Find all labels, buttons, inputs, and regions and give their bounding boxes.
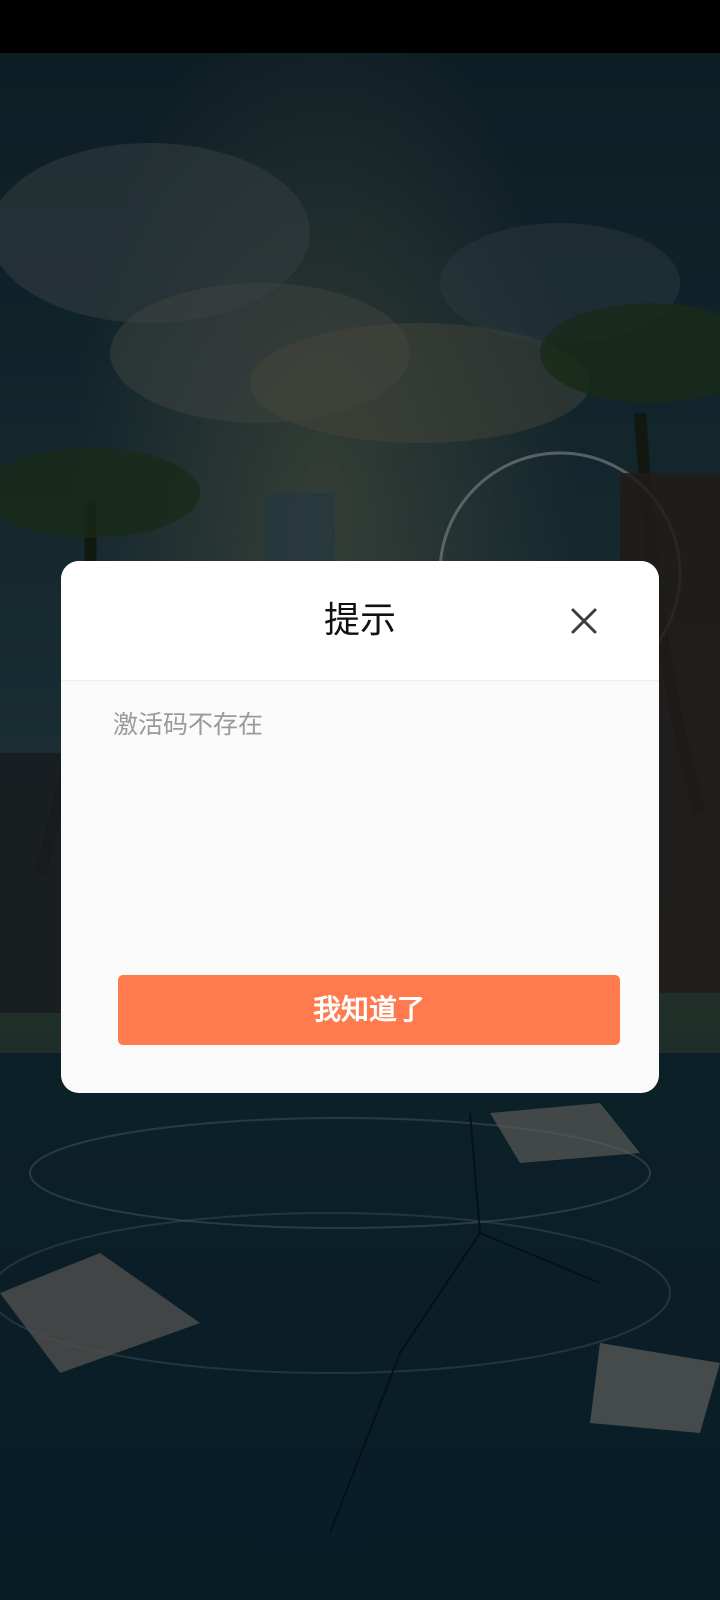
status-bar [0, 0, 720, 53]
dialog-message: 激活码不存在 [113, 710, 264, 739]
app-screen: 提示 激活码不存在 我知道了 [0, 0, 720, 1600]
alert-dialog: 提示 激活码不存在 我知道了 [61, 561, 659, 1093]
close-button[interactable] [566, 603, 602, 639]
confirm-button[interactable]: 我知道了 [118, 975, 620, 1045]
close-icon [571, 608, 597, 634]
dialog-header: 提示 [61, 561, 659, 681]
